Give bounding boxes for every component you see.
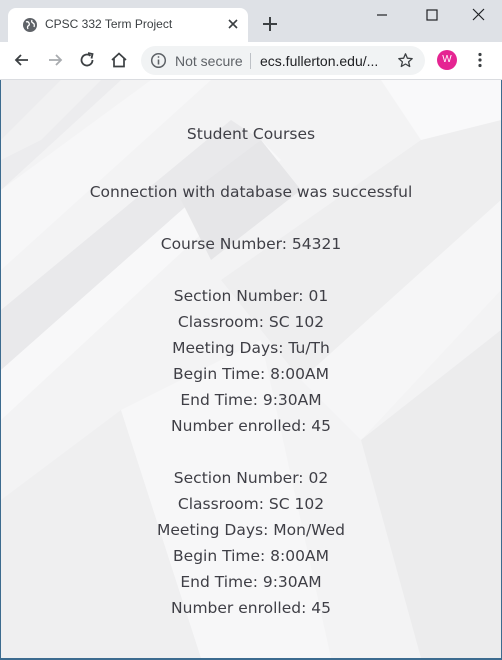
number-enrolled: Number enrolled: 45 [171, 417, 331, 435]
tab-title: CPSC 332 Term Project [45, 17, 173, 31]
url-text[interactable]: ecs.fullerton.edu/... [260, 53, 378, 69]
globe-icon [23, 18, 37, 32]
reload-icon[interactable] [77, 50, 97, 70]
forward-arrow-icon[interactable] [45, 50, 65, 70]
tab-strip: CPSC 332 Term Project [0, 0, 502, 42]
info-icon[interactable] [150, 52, 167, 69]
window-close-icon[interactable] [464, 4, 494, 26]
browser-window: CPSC 332 Term Project Not secure ecs.ful… [0, 0, 502, 660]
number-enrolled: Number enrolled: 45 [171, 599, 331, 617]
star-icon[interactable] [397, 52, 414, 69]
section-number: Section Number: 01 [173, 287, 329, 305]
classroom: Classroom: SC 102 [177, 313, 325, 331]
page-viewport: Student Courses Connection with database… [1, 80, 501, 658]
minimize-icon[interactable] [367, 4, 397, 26]
address-bar[interactable]: Not secure ecs.fullerton.edu/... [141, 46, 425, 75]
maximize-icon[interactable] [417, 4, 447, 26]
home-icon[interactable] [109, 50, 129, 70]
meeting-days: Meeting Days: Mon/Wed [157, 521, 345, 539]
more-vert-icon[interactable] [470, 50, 490, 70]
connection-status: Connection with database was successful [89, 183, 413, 201]
avatar[interactable]: W [437, 50, 457, 70]
security-label[interactable]: Not secure [175, 53, 243, 69]
section-number: Section Number: 02 [173, 469, 329, 487]
end-time: End Time: 9:30AM [180, 573, 322, 591]
meeting-days: Meeting Days: Tu/Th [172, 339, 330, 357]
back-arrow-icon[interactable] [12, 50, 32, 70]
classroom: Classroom: SC 102 [177, 495, 325, 513]
close-icon[interactable] [225, 16, 241, 32]
end-time: End Time: 9:30AM [180, 391, 322, 409]
begin-time: Begin Time: 8:00AM [173, 547, 329, 565]
omnibox-divider [250, 53, 251, 69]
browser-toolbar: Not secure ecs.fullerton.edu/... W [0, 42, 502, 80]
plus-icon[interactable] [260, 14, 280, 34]
window-border [0, 80, 1, 660]
page-title: Student Courses [186, 125, 316, 143]
course-number: Course Number: 54321 [160, 235, 342, 253]
browser-tab[interactable]: CPSC 332 Term Project [8, 8, 248, 42]
begin-time: Begin Time: 8:00AM [173, 365, 329, 383]
